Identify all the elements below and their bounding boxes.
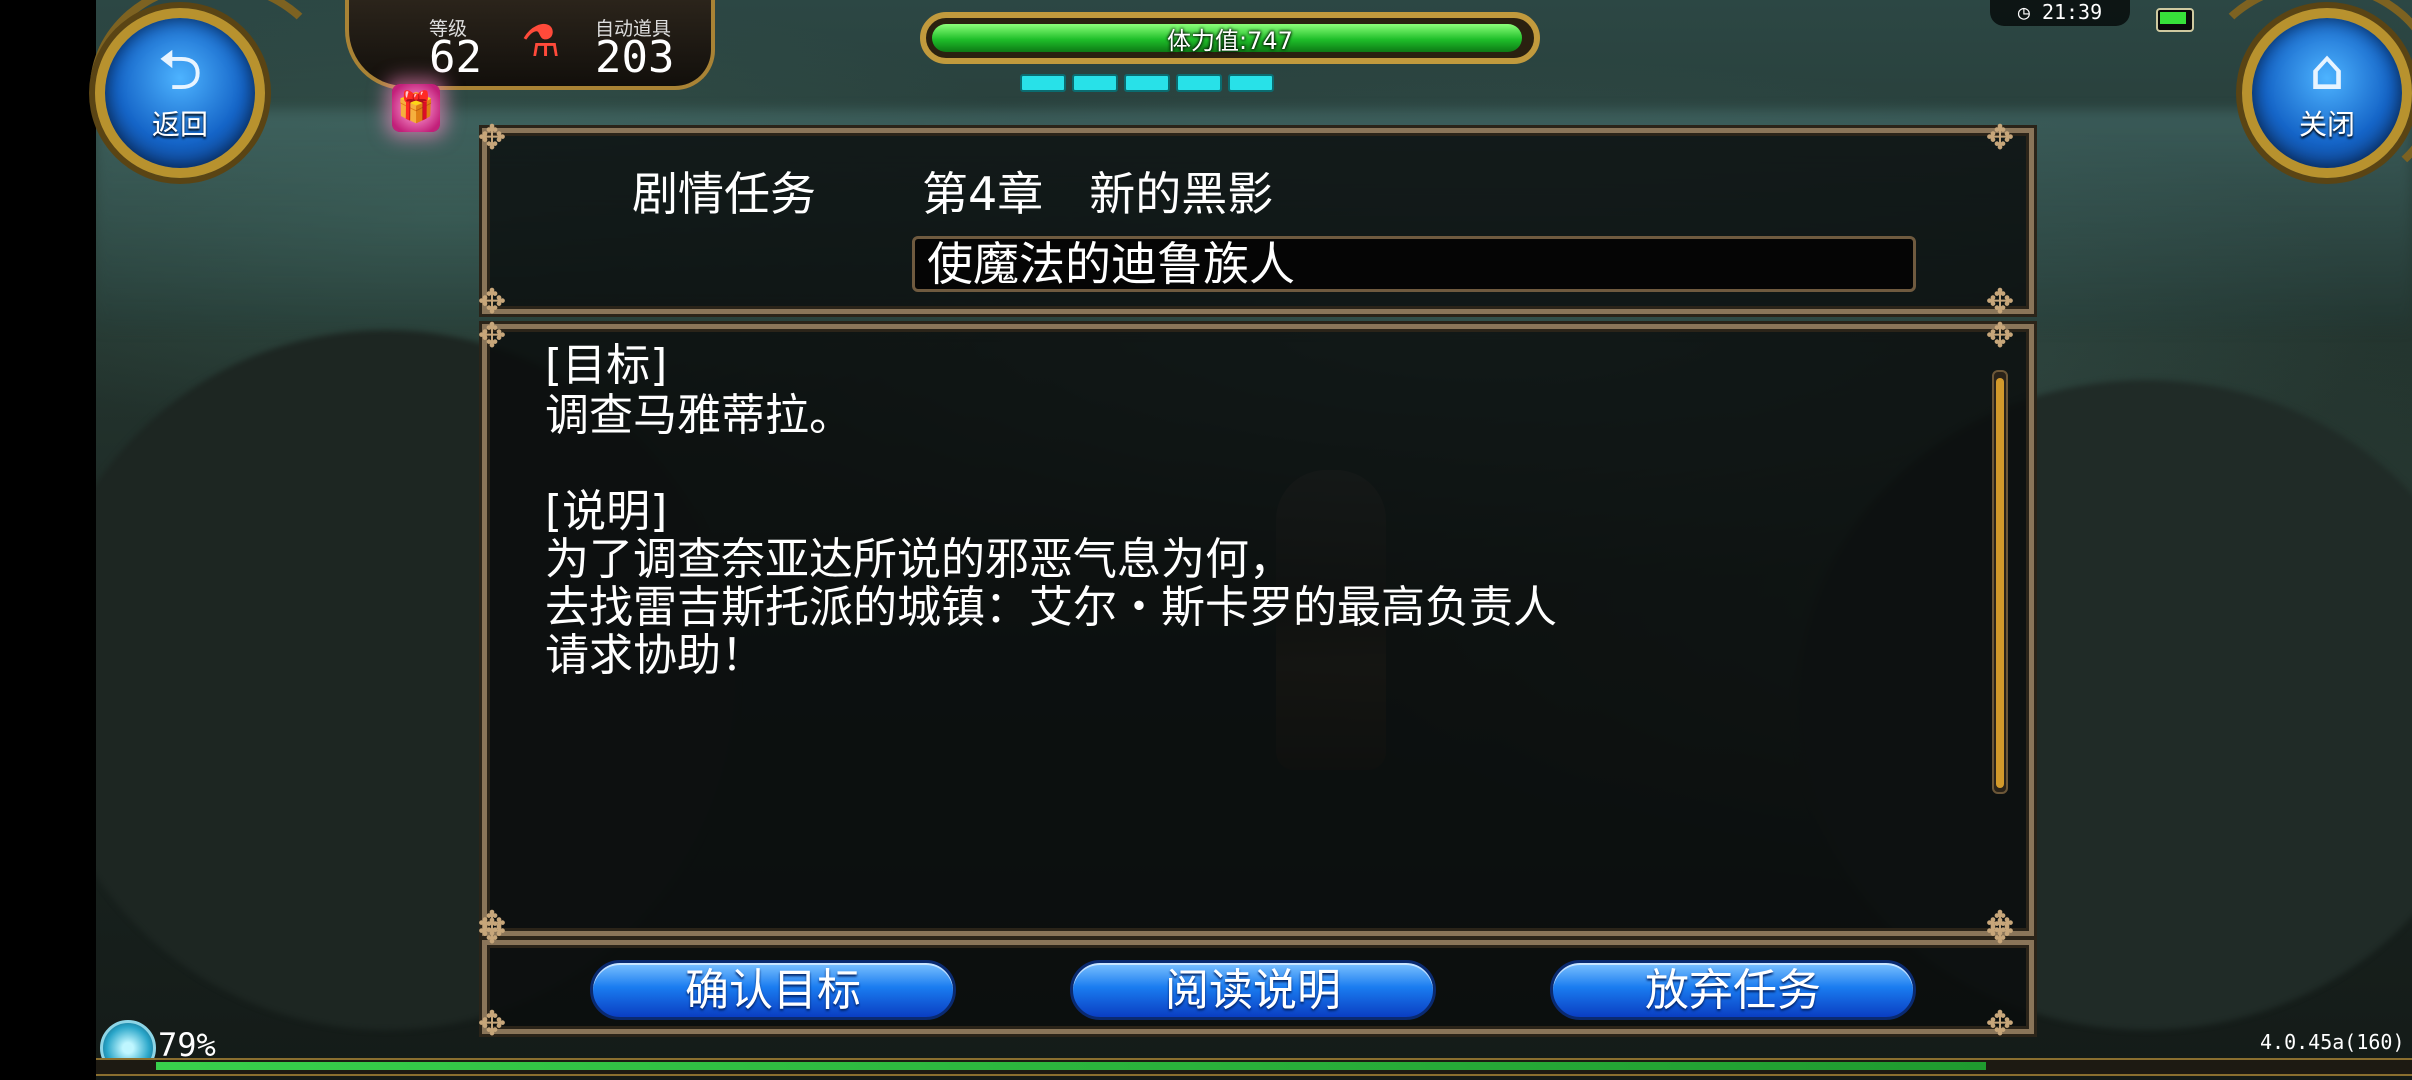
close-button[interactable]: ⌂ 关闭 bbox=[2242, 8, 2412, 178]
stamina-pips bbox=[1020, 74, 1274, 92]
battery-icon bbox=[2156, 8, 2194, 32]
description-scrollbar[interactable] bbox=[1992, 370, 2008, 794]
back-button-label: 返回 bbox=[151, 108, 208, 141]
description-line: 去找雷吉斯托派的城镇：艾尔・斯卡罗的最高负责人 bbox=[545, 582, 1557, 633]
stamina-pip bbox=[1072, 74, 1118, 92]
panel-corner-ornament: ✥ bbox=[477, 1004, 507, 1044]
clock-icon: ◷ bbox=[2017, 0, 2030, 24]
scrollbar-thumb[interactable] bbox=[1996, 378, 2004, 788]
exp-bar bbox=[96, 1058, 2412, 1076]
stamina-pip bbox=[1228, 74, 1274, 92]
clock-time: 21:39 bbox=[2041, 0, 2103, 24]
status-plate: 等级 62 ⚗ 自动道具 203 bbox=[345, 0, 715, 90]
panel-corner-ornament: ✥ bbox=[1985, 1004, 2015, 1044]
clock: ◷ 21:39 bbox=[1990, 0, 2130, 26]
exp-bar-fill bbox=[156, 1062, 1986, 1070]
auto-item-value: 203 bbox=[595, 32, 675, 83]
confirm-objective-button[interactable]: 确认目标 bbox=[590, 960, 956, 1020]
description-header: [说明] bbox=[545, 486, 668, 537]
version-label: 4.0.45a(160) bbox=[2260, 1030, 2405, 1054]
stamina-pip bbox=[1176, 74, 1222, 92]
read-description-button[interactable]: 阅读说明 bbox=[1070, 960, 1436, 1020]
gift-icon[interactable]: 🎁 bbox=[392, 84, 440, 132]
panel-corner-ornament: ✥ bbox=[1985, 118, 2015, 158]
level-value: 62 bbox=[429, 32, 482, 83]
panel-corner-ornament: ✥ bbox=[1985, 316, 2015, 356]
potion-icon: ⚗ bbox=[521, 16, 561, 67]
close-button-label: 关闭 bbox=[2298, 108, 2355, 141]
stamina-pip bbox=[1020, 74, 1066, 92]
stamina-gauge: 体力值:747 bbox=[920, 12, 1540, 92]
quest-title: 使魔法的迪鲁族人 bbox=[912, 236, 1916, 292]
abandon-quest-button[interactable]: 放弃任务 bbox=[1550, 960, 1916, 1020]
panel-corner-ornament: ✥ bbox=[1985, 912, 2015, 952]
quest-chapter: 第4章 新的黑影 bbox=[922, 167, 1274, 221]
description-line: 为了调查奈亚达所说的邪恶气息为何， bbox=[545, 534, 1293, 585]
panel-corner-ornament: ✥ bbox=[477, 118, 507, 158]
back-arrow-icon: ⮌ bbox=[157, 38, 203, 103]
back-button[interactable]: ⮌ 返回 bbox=[95, 8, 265, 178]
quest-type: 剧情任务 bbox=[632, 167, 816, 221]
stamina-text: 体力值:747 bbox=[1167, 27, 1293, 55]
panel-corner-ornament: ✥ bbox=[477, 316, 507, 356]
description-line: 请求协助！ bbox=[545, 630, 765, 681]
stamina-pip bbox=[1124, 74, 1170, 92]
objective-header: [目标] bbox=[545, 340, 668, 391]
objective-text: 调查马雅蒂拉。 bbox=[545, 390, 853, 441]
home-icon: ⌂ bbox=[2309, 38, 2345, 103]
panel-corner-ornament: ✥ bbox=[477, 912, 507, 952]
